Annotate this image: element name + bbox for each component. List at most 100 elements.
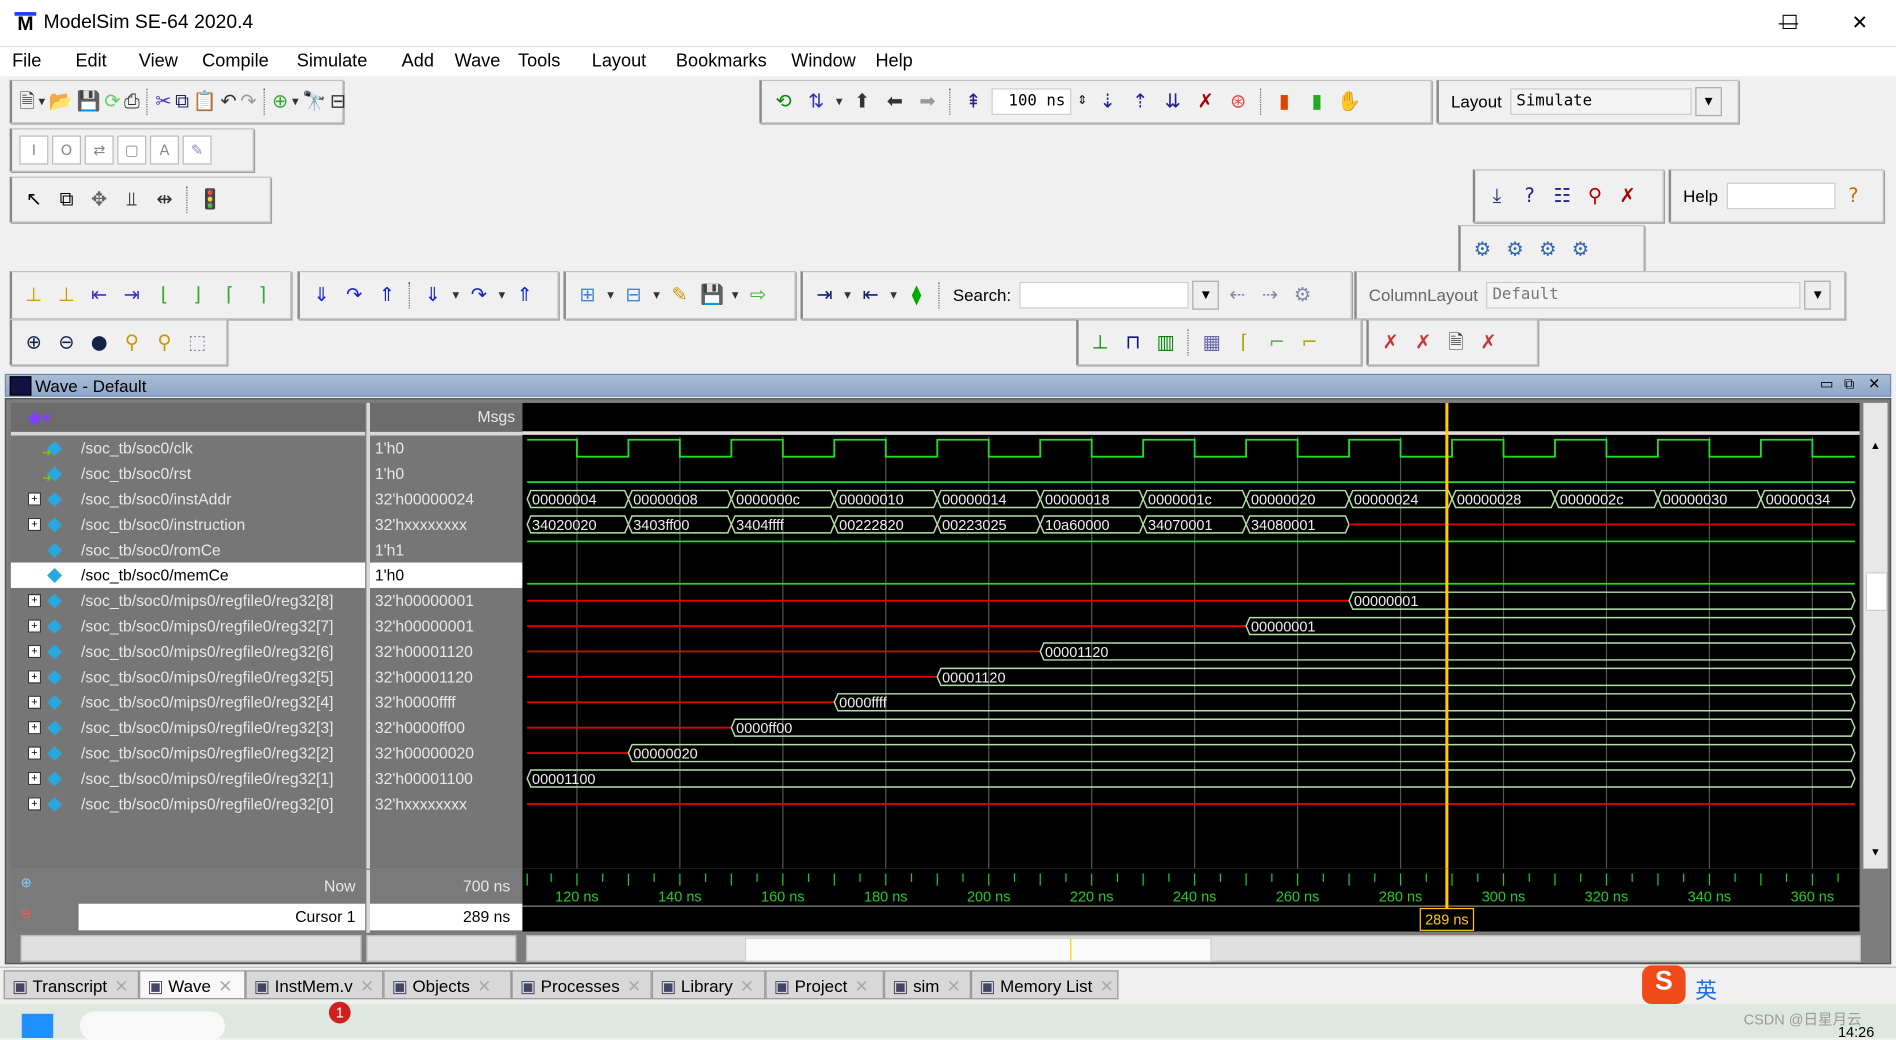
signal-value-row[interactable]: 1'h1: [370, 537, 522, 562]
internal-filter-icon[interactable]: ▢: [117, 135, 147, 165]
dropdown-icon[interactable]: ▾: [834, 87, 844, 116]
restart-icon[interactable]: ⟲: [769, 87, 798, 116]
edit-wave-icon[interactable]: ✎: [665, 281, 694, 310]
signal-value-row[interactable]: 32'h0000ffff: [370, 690, 522, 715]
signal-value-row[interactable]: 32'hxxxxxxxx: [370, 512, 522, 537]
pointer-icon[interactable]: ↖: [19, 185, 48, 214]
undock-icon[interactable]: ▭: [1820, 375, 1834, 392]
wave-hscrollbar[interactable]: [525, 935, 1861, 962]
signal-type-filter-icon[interactable]: ◆▾: [28, 406, 51, 429]
zoom-cursors-icon[interactable]: ⚲: [150, 328, 179, 357]
tab-close-icon[interactable]: ✕: [1100, 976, 1114, 995]
tab-close-icon[interactable]: ✕: [947, 976, 961, 995]
collapse-icon[interactable]: ⊟: [330, 87, 346, 116]
layout-select[interactable]: Simulate: [1510, 88, 1692, 115]
signal-row[interactable]: + ◆ /soc_tb/soc0/mips0/regfile0/reg32[5]: [11, 664, 365, 689]
cut-icon[interactable]: ✂: [155, 87, 171, 116]
signal-value-row[interactable]: 32'h00000001: [370, 613, 522, 638]
tab-close-icon[interactable]: ✕: [360, 976, 374, 995]
expand-icon[interactable]: +: [27, 619, 42, 633]
search-dropdown-icon[interactable]: ▼: [1192, 280, 1220, 310]
back-icon[interactable]: ⬅: [880, 87, 909, 116]
run-length-input[interactable]: 100 ns: [991, 88, 1072, 115]
help-search-icon[interactable]: ?: [1839, 181, 1868, 210]
open-folder-icon[interactable]: 📂: [49, 87, 73, 116]
expand-icon[interactable]: +: [27, 492, 42, 506]
perf-icon[interactable]: ▮: [1270, 87, 1299, 116]
logic-format-icon[interactable]: ⊓: [1118, 328, 1147, 357]
scroll-down-icon[interactable]: ▼: [1866, 846, 1885, 861]
compare-doc-icon[interactable]: 🗎: [1441, 328, 1470, 357]
wave-hscroll-thumb[interactable]: [744, 937, 1212, 962]
redo-icon[interactable]: ↷: [240, 87, 256, 116]
signal-row[interactable]: ◆ /soc_tb/soc0/rst: [11, 461, 365, 491]
all-filter-icon[interactable]: A: [149, 135, 179, 165]
signal-value-row[interactable]: 32'h00001120: [370, 639, 522, 664]
next-rising-icon[interactable]: ⌉: [248, 281, 277, 310]
names-hscrollbar[interactable]: [20, 935, 362, 962]
step-into-all-icon[interactable]: ⇓: [418, 281, 447, 310]
dropdown-icon[interactable]: ▾: [730, 281, 740, 310]
signal-row[interactable]: ◆ /soc_tb/soc0/romCe: [11, 537, 365, 562]
up-icon[interactable]: ⬆: [848, 87, 877, 116]
zoom-area-icon[interactable]: ⬚: [183, 328, 212, 357]
expand-icon[interactable]: +: [27, 670, 42, 684]
ref-icon[interactable]: ☷: [1548, 181, 1577, 210]
zoom-mode-icon[interactable]: ⧉: [52, 185, 81, 214]
zoom-cursor-icon[interactable]: ⚲: [117, 328, 146, 357]
values-hscrollbar[interactable]: [366, 935, 517, 962]
input-filter-icon[interactable]: I: [19, 135, 49, 165]
edge2-icon[interactable]: ⌐: [1295, 328, 1324, 357]
ime-language[interactable]: 英: [1695, 974, 1717, 1005]
signal-row[interactable]: ◆ /soc_tb/soc0/memCe: [10, 562, 366, 588]
gear-yellow-icon[interactable]: ⚙: [1501, 235, 1530, 264]
next-transition-icon[interactable]: ⇥: [117, 281, 146, 310]
windows-start-icon[interactable]: [21, 1013, 54, 1038]
break-icon[interactable]: ⇅: [802, 87, 831, 116]
find-settings-icon[interactable]: ⧫: [902, 281, 931, 310]
menu-add[interactable]: Add: [402, 51, 434, 72]
expand-icon[interactable]: +: [27, 644, 42, 659]
literal-format-icon[interactable]: ⊥: [1086, 328, 1115, 357]
signal-row[interactable]: + ◆ /soc_tb/soc0/mips0/regfile0/reg32[4]: [11, 690, 365, 715]
next-falling-icon[interactable]: ⌋: [183, 281, 212, 310]
signal-row[interactable]: + ◆ /soc_tb/soc0/mips0/regfile0/reg32[6]: [11, 639, 365, 664]
save-wave-icon[interactable]: 💾: [698, 281, 727, 310]
tab-instmem-v[interactable]: ▣ InstMem.v ✕: [245, 970, 384, 1000]
split-icon[interactable]: ⇹: [150, 185, 179, 214]
event-format-icon[interactable]: ▥: [1151, 328, 1180, 357]
new-file-icon[interactable]: 🗎: [19, 87, 35, 116]
menu-help[interactable]: Help: [875, 51, 912, 72]
expand-icon[interactable]: +: [27, 721, 42, 735]
menu-bookmarks[interactable]: Bookmarks: [676, 51, 767, 72]
add-cursor-icon[interactable]: ⊕: [21, 875, 32, 891]
signal-row[interactable]: + ◆ /soc_tb/soc0/mips0/regfile0/reg32[1]: [11, 766, 365, 791]
tab-close-icon[interactable]: ✕: [740, 976, 754, 995]
restore-icon[interactable]: ⧉: [1844, 375, 1854, 393]
signal-value-row[interactable]: 1'h0: [370, 436, 522, 461]
tab-library[interactable]: ▣ Library ✕: [651, 970, 766, 1000]
compare-clear-icon[interactable]: ✗: [1474, 328, 1503, 357]
stop-icon[interactable]: ⊛: [1224, 87, 1253, 116]
menu-tools[interactable]: Tools: [518, 51, 560, 72]
expand-icon[interactable]: +: [27, 695, 42, 709]
hand-icon[interactable]: ✋: [1335, 87, 1364, 116]
menu-edit[interactable]: Edit: [75, 51, 106, 72]
find-first-icon[interactable]: ⇥: [810, 281, 839, 310]
export-wave-icon[interactable]: ⇨: [744, 281, 773, 310]
close-pane-icon[interactable]: ✕: [1868, 375, 1880, 392]
expand-icon[interactable]: +: [27, 797, 42, 811]
insert-cursor-icon[interactable]: ⊥: [19, 281, 48, 310]
zoom-in-icon[interactable]: ⊕: [19, 328, 48, 357]
dropdown-icon[interactable]: ▾: [451, 281, 461, 310]
prev-falling-icon[interactable]: ⌊: [150, 281, 179, 310]
sogou-ime-icon[interactable]: S: [1642, 965, 1686, 1005]
tab-sim[interactable]: ▣ sim ✕: [883, 970, 971, 1000]
gear-red-icon[interactable]: ⚙: [1468, 235, 1497, 264]
column-layout-dropdown-icon[interactable]: ▼: [1804, 280, 1832, 310]
output-filter-icon[interactable]: O: [51, 135, 82, 165]
compare-left-icon[interactable]: ✗: [1376, 328, 1405, 357]
edge-icon[interactable]: ⌐: [1262, 328, 1291, 357]
vertical-scroll-thumb[interactable]: [1865, 572, 1888, 611]
remove-wave-icon[interactable]: ⊟: [619, 281, 648, 310]
